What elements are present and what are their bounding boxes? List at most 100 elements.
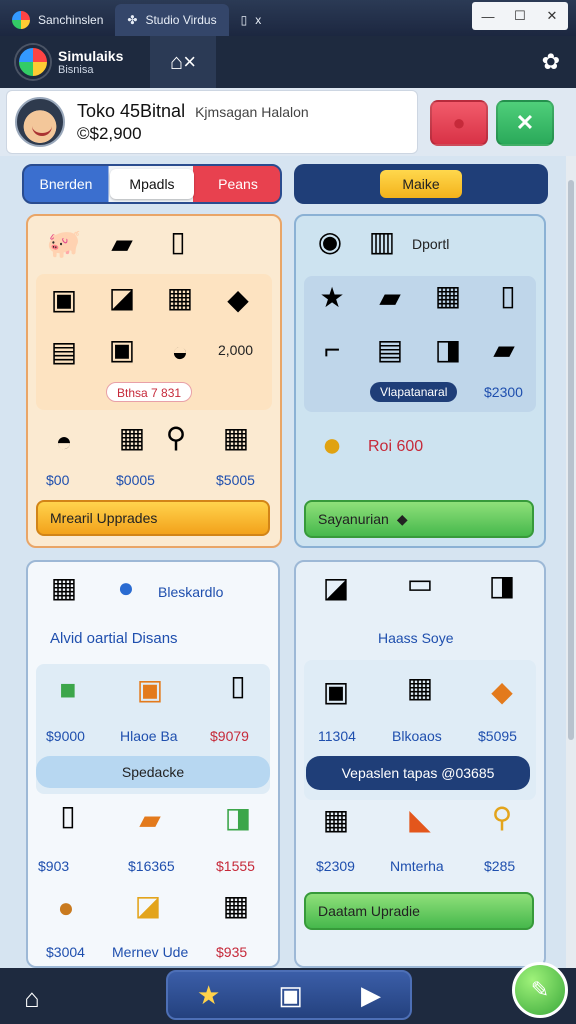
clock-icon[interactable]: ◉	[310, 228, 350, 256]
machine-icon[interactable]: ▦	[400, 674, 440, 702]
piggy-bank-icon[interactable]: 🐖	[44, 230, 84, 258]
cash-value: ©$2,900	[77, 123, 142, 143]
globe-icon[interactable]: ●	[106, 574, 146, 602]
profile-card: Toko 45Bitnal Kjmsagan Halalon ©$2,900	[6, 90, 418, 154]
panel1-pill: Bthsa 7 831	[106, 382, 193, 402]
crate-icon[interactable]: ▰	[370, 284, 410, 312]
phone-icon[interactable]: ▯	[158, 228, 198, 256]
box-icon[interactable]: ◨	[482, 572, 522, 600]
tab-peans[interactable]: Peans	[196, 176, 280, 192]
phone-icon[interactable]: ▯	[488, 282, 528, 310]
coin-label: Roi 600	[368, 438, 424, 455]
gem-icon: ◆	[396, 510, 408, 527]
value-label: 2,000	[218, 342, 254, 358]
tools-button[interactable]: ✕	[496, 100, 554, 146]
sayanurian-button[interactable]: Sayanurian ◆	[304, 500, 534, 538]
price-label: $9000	[46, 728, 85, 744]
magnifier-icon[interactable]: ⚲	[482, 804, 522, 832]
coin-icon[interactable]: ●	[46, 894, 86, 922]
right-header-bar: Maike	[294, 164, 548, 204]
screen-icon[interactable]: ◆	[482, 678, 522, 706]
button-label: Mrearil Upprades	[50, 510, 158, 526]
vepaslen-button[interactable]: Vepaslen tapas @03685	[306, 756, 530, 790]
edit-fab-button[interactable]: ✎	[512, 962, 568, 1018]
tablet-icon[interactable]: ▯	[48, 802, 88, 830]
box-icon[interactable]: ◨	[218, 804, 258, 832]
close-button[interactable]: ✕	[536, 2, 568, 30]
star-icon[interactable]: ★	[197, 980, 220, 1011]
fridge-icon[interactable]: ▤	[370, 336, 410, 364]
price-label: $935	[216, 944, 248, 960]
magnifier-icon[interactable]: ⚲	[156, 424, 196, 452]
upradie-button[interactable]: Daatam Upradie	[304, 892, 534, 930]
coin-icon[interactable]: ●	[312, 428, 352, 462]
box-icon[interactable]: ◨	[428, 336, 468, 364]
safe-icon[interactable]: ▦	[44, 574, 84, 602]
tablet-icon[interactable]: ▯	[218, 672, 258, 700]
pipe-icon[interactable]: ⌐	[312, 336, 352, 364]
price-label: $00	[46, 472, 70, 488]
box-icon[interactable]: ◪	[102, 284, 142, 312]
gear-icon[interactable]: ✿	[542, 49, 560, 75]
scrollbar-thumb[interactable]	[568, 180, 574, 740]
button-label: Spedacke	[121, 764, 185, 780]
atm-icon[interactable]: ▦	[216, 892, 256, 920]
home-button[interactable]: ⌂×	[150, 36, 216, 88]
tab-studio-virdus[interactable]: ✤ Studio Virdus	[115, 4, 229, 36]
crate-icon[interactable]: ▣	[44, 286, 84, 314]
grill-icon[interactable]: ▣	[316, 678, 356, 706]
box-icon[interactable]: ■	[48, 676, 88, 704]
panel4-title: Haass Soye	[378, 630, 454, 646]
tab-close-icon[interactable]: x	[255, 13, 261, 27]
price-label: $0005	[116, 472, 155, 488]
machine-icon[interactable]: ▦	[216, 424, 256, 452]
bowl-icon[interactable]: ◒	[160, 338, 200, 366]
price-label: $3004	[46, 944, 85, 960]
crate-icon[interactable]: ▰	[484, 336, 524, 364]
solar-panel-icon[interactable]: ▤	[44, 338, 84, 366]
tab-sanchinslen[interactable]: Sanchinslen	[0, 4, 115, 36]
machine-icon[interactable]: ▦	[160, 284, 200, 312]
box-icon[interactable]: ▣	[278, 980, 303, 1011]
tab-bnerden[interactable]: Bnerden	[24, 176, 108, 192]
button-label: Daatam Upradie	[318, 903, 420, 919]
price-label: $2309	[316, 858, 355, 874]
lock-box-icon[interactable]: ▣	[130, 676, 170, 704]
crate-icon[interactable]: ▣	[102, 336, 142, 364]
maximize-button[interactable]: ☐	[504, 2, 536, 30]
home-icon[interactable]: ⌂	[12, 978, 52, 1018]
cart-icon[interactable]: ◪	[316, 574, 356, 602]
minimize-button[interactable]: —	[472, 2, 504, 30]
machine-icon[interactable]: ▦	[428, 282, 468, 310]
segmented-control: Bnerden Mpadls Peans	[22, 164, 282, 204]
scrollbar[interactable]	[566, 156, 576, 968]
spedacke-button[interactable]: Spedacke	[36, 756, 270, 788]
panel3-header: Bleskardlo	[158, 584, 224, 600]
ticket-icon[interactable]: ▥	[362, 228, 402, 256]
cash-register-icon[interactable]: ▦	[112, 424, 152, 452]
alert-button[interactable]: ●	[430, 100, 488, 146]
price-label: $16365	[128, 858, 175, 874]
box-icon[interactable]: ◪	[128, 892, 168, 920]
tablet-icon[interactable]: ▭	[400, 570, 440, 598]
tab-label: Sanchinslen	[38, 13, 104, 27]
avatar[interactable]	[15, 97, 65, 147]
crate-icon[interactable]: ▰	[130, 806, 170, 834]
wrench-icon: ✕	[515, 110, 535, 135]
brand-subtitle: Bisnisa	[58, 64, 94, 76]
upgrades-button[interactable]: Mrearil Upprades	[36, 500, 270, 536]
price-label: $1555	[216, 858, 255, 874]
boot-icon[interactable]: ◣	[400, 806, 440, 834]
tab-new[interactable]: ▯ x	[229, 4, 274, 36]
tab-mpadls[interactable]: Mpadls	[110, 169, 194, 199]
maike-button[interactable]: Maike	[380, 170, 462, 198]
gold-bowl-icon[interactable]: ◓	[44, 428, 84, 456]
app-logo-icon	[12, 11, 30, 29]
price-label: $2300	[484, 384, 523, 400]
printer-icon[interactable]: ▦	[316, 806, 356, 834]
star-icon[interactable]: ★	[312, 284, 352, 312]
bread-icon[interactable]: ◆	[218, 286, 258, 314]
play-icon[interactable]: ▶	[361, 980, 381, 1011]
brand: Simulaiks Bisnisa	[0, 45, 150, 79]
crate-icon[interactable]: ▰	[102, 230, 142, 258]
